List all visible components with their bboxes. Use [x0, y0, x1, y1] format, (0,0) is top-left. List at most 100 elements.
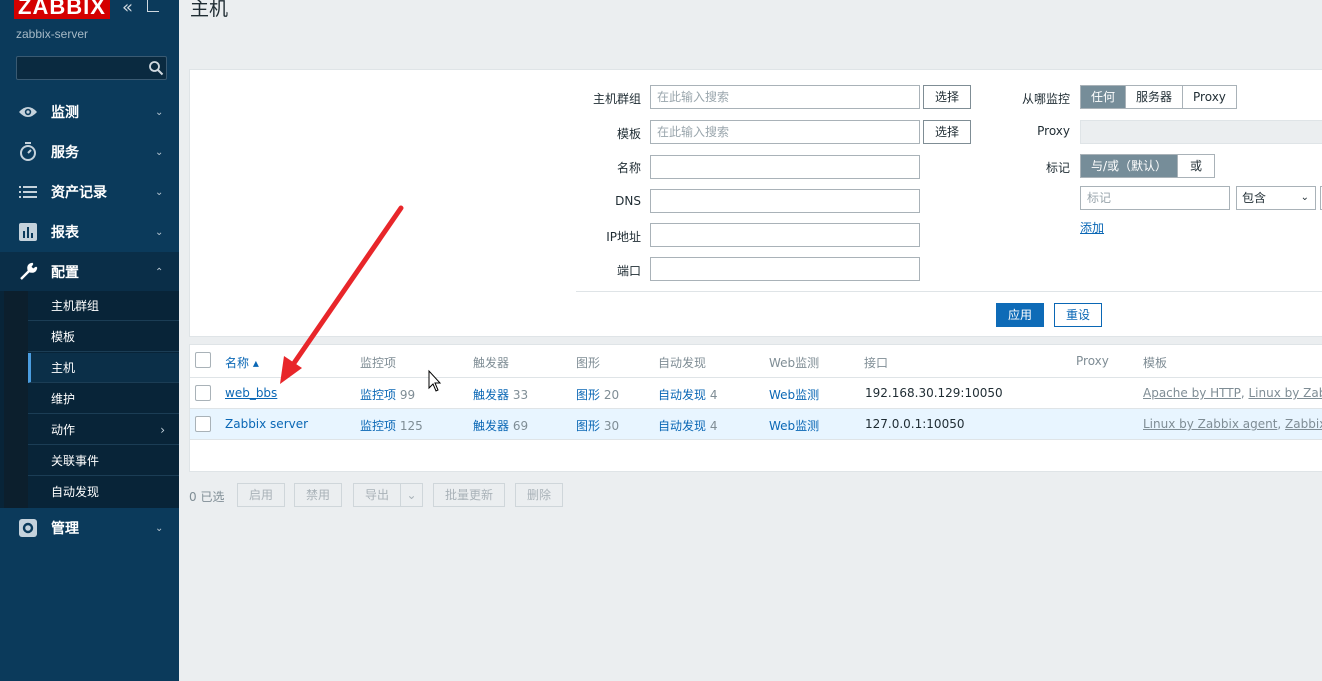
templates-select-button[interactable]: 选择 [923, 120, 971, 144]
select-all-checkbox[interactable] [195, 352, 211, 368]
disable-button[interactable]: 禁用 [294, 483, 342, 507]
sidebar-search-input[interactable] [16, 56, 167, 80]
submenu-templates[interactable]: 模板 [28, 322, 179, 352]
submenu-host-groups[interactable]: 主机群组 [28, 291, 179, 321]
submenu-bar [4, 291, 28, 508]
host-name-link[interactable]: Zabbix server [225, 417, 308, 431]
monitored-by-server[interactable]: 服务器 [1126, 86, 1184, 108]
chevron-down-icon: ⌄ [155, 186, 164, 198]
chevron-down-icon: ⌄ [1300, 192, 1309, 203]
table-footer: 0 已选 启用 禁用 导出 ⌄ 批量更新 删除 [189, 483, 1322, 509]
tag-name-input[interactable] [1080, 186, 1230, 210]
graphs-count: 30 [603, 419, 620, 433]
row-checkbox[interactable] [195, 385, 211, 401]
triggers-link[interactable]: 触发器 [473, 388, 509, 402]
monitored-by-segmented: 任何 服务器 Proxy [1080, 85, 1237, 109]
menu-label: 监测 [51, 105, 79, 121]
submenu-hosts[interactable]: 主机 [28, 353, 179, 383]
column-header-items: 监控项 [360, 356, 397, 370]
row-checkbox[interactable] [195, 416, 211, 432]
menu-administration[interactable]: 管理 ⌄ [0, 508, 179, 548]
column-header-templates: 模板 [1143, 356, 1168, 370]
menu-configuration[interactable]: 配置 ⌃ [0, 252, 179, 292]
collapse-sidebar-icon[interactable]: « [122, 0, 133, 18]
eye-icon [18, 102, 38, 122]
menu-inventory[interactable]: 资产记录 ⌄ [0, 172, 179, 212]
gear-icon [18, 518, 38, 538]
column-header-graphs: 图形 [576, 356, 601, 370]
name-input[interactable] [650, 155, 920, 179]
triggers-count: 69 [512, 419, 529, 433]
host-groups-select-button[interactable]: 选择 [923, 85, 971, 109]
items-link[interactable]: 监控项 [360, 388, 396, 402]
tags-label: 标记 [1045, 161, 1070, 175]
filter-divider [576, 291, 1322, 292]
sidebar: ZABBIX « zabbix-server 监测 ⌄ 服务 ⌄ 资产记录 ⌄ … [0, 0, 179, 681]
delete-button[interactable]: 删除 [515, 483, 563, 507]
menu-monitoring[interactable]: 监测 ⌄ [0, 92, 179, 132]
bar-chart-icon [18, 222, 38, 242]
kiosk-mode-icon[interactable] [147, 0, 159, 12]
menu-reports[interactable]: 报表 ⌄ [0, 212, 179, 252]
tags-or[interactable]: 或 [1178, 155, 1215, 177]
export-button[interactable]: 导出 [353, 483, 401, 507]
mass-update-button[interactable]: 批量更新 [433, 483, 505, 507]
menu-label: 资产记录 [51, 185, 107, 201]
submenu-correlation[interactable]: 关联事件 [28, 446, 179, 476]
graphs-link[interactable]: 图形 [576, 388, 600, 402]
wrench-icon [18, 262, 38, 282]
discovery-count: 4 [709, 419, 718, 433]
host-groups-input[interactable] [650, 85, 920, 109]
search-icon[interactable] [148, 60, 164, 76]
apply-button[interactable]: 应用 [996, 303, 1044, 327]
dns-input[interactable] [650, 189, 920, 213]
submenu-label: 模板 [51, 330, 76, 344]
templates-label: 模板 [616, 127, 641, 141]
stopwatch-icon [18, 142, 38, 162]
template-link[interactable]: Linux by Zabbix agent [1143, 417, 1277, 431]
triggers-count: 33 [512, 388, 529, 402]
monitored-by-any[interactable]: 任何 [1081, 86, 1127, 108]
ip-label: IP地址 [606, 230, 641, 244]
template-link[interactable]: Linux by Zabbix [1248, 386, 1322, 400]
monitored-by-proxy[interactable]: Proxy [1183, 86, 1236, 108]
submenu-discovery[interactable]: 自动发现 [28, 477, 179, 507]
menu-services[interactable]: 服务 ⌄ [0, 132, 179, 172]
items-count: 99 [399, 388, 416, 402]
ip-input[interactable] [650, 223, 920, 247]
column-header-proxy: Proxy [1076, 354, 1109, 368]
template-link[interactable]: Apache by HTTP [1143, 386, 1241, 400]
reset-button[interactable]: 重设 [1054, 303, 1102, 327]
enable-button[interactable]: 启用 [237, 483, 285, 507]
graphs-link[interactable]: 图形 [576, 419, 600, 433]
column-header-discovery: 自动发现 [658, 356, 707, 370]
chevron-up-icon: ⌃ [155, 266, 164, 278]
web-link[interactable]: Web监测 [769, 417, 819, 434]
template-link[interactable]: Zabbix ser [1285, 417, 1322, 431]
items-link[interactable]: 监控项 [360, 419, 396, 433]
table-row: Zabbix server 监控项 125 触发器 69 图形 30 自动发现 … [190, 408, 1322, 439]
export-dropdown-button[interactable]: ⌄ [400, 483, 423, 507]
templates-input[interactable] [650, 120, 920, 144]
column-header-name[interactable]: 名称 ▴ [225, 354, 259, 371]
submenu-maintenance[interactable]: 维护 [28, 384, 179, 414]
submenu-actions[interactable]: 动作 › [28, 415, 179, 445]
submenu-label: 主机群组 [51, 299, 100, 313]
host-groups-label: 主机群组 [592, 92, 641, 106]
discovery-link[interactable]: 自动发现 [658, 388, 706, 402]
column-header-interface: 接口 [864, 356, 889, 370]
add-tag-link[interactable]: 添加 [1080, 219, 1104, 236]
hosts-table: 名称 ▴ 监控项 触发器 图形 自动发现 Web监测 接口 Proxy 模板 w… [189, 344, 1322, 472]
chevron-down-icon: ⌄ [155, 522, 164, 534]
web-link[interactable]: Web监测 [769, 386, 819, 403]
tag-operator-select[interactable]: 包含 ⌄ [1236, 186, 1316, 210]
host-name-link[interactable]: web_bbs [225, 386, 277, 400]
server-name: zabbix-server [16, 27, 89, 41]
port-input[interactable] [650, 257, 920, 281]
tags-eval-segmented: 与/或（默认） 或 [1080, 154, 1216, 178]
triggers-link[interactable]: 触发器 [473, 419, 509, 433]
tags-and-or[interactable]: 与/或（默认） [1081, 155, 1179, 177]
zabbix-logo[interactable]: ZABBIX [14, 0, 110, 19]
template-separator: , [1277, 417, 1286, 431]
discovery-link[interactable]: 自动发现 [658, 419, 706, 433]
